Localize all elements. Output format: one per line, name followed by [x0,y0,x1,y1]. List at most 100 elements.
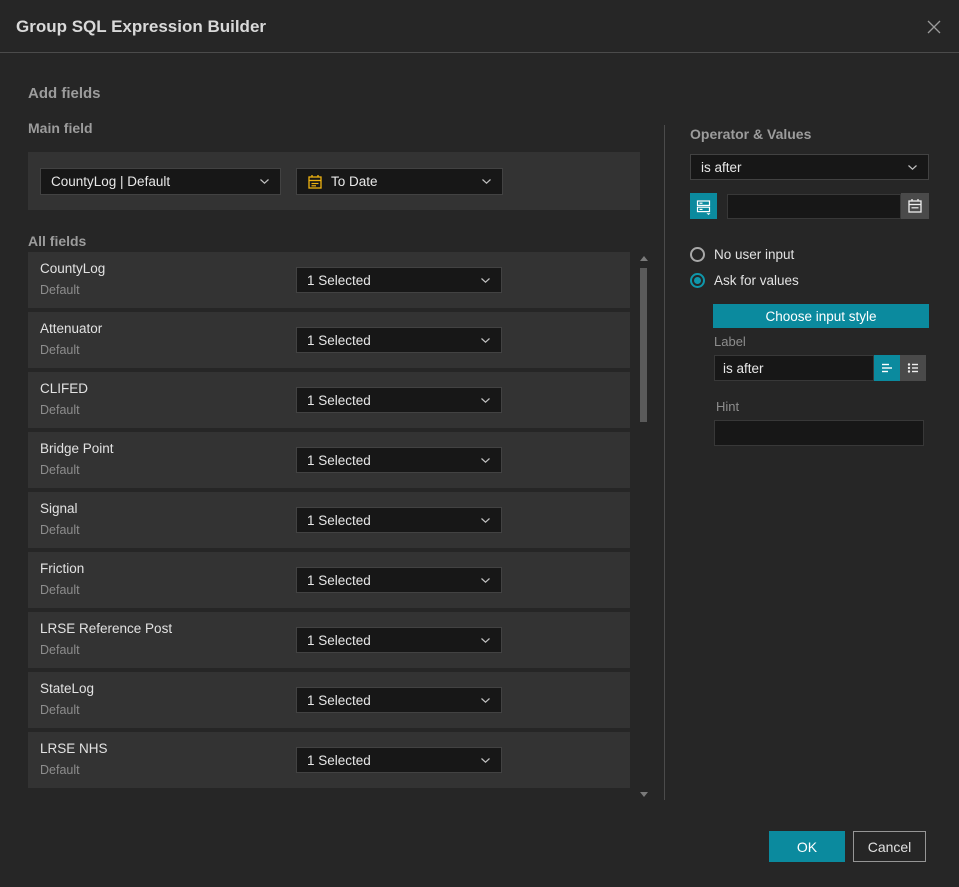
main-field-heading: Main field [28,120,93,136]
field-selection-select[interactable]: 1 Selected [296,327,502,353]
field-name: LRSE NHS [40,741,108,756]
field-subtitle: Default [40,583,80,597]
field-selection-select[interactable]: 1 Selected [296,627,502,653]
radio-no-user-input-label: No user input [714,246,795,262]
field-row: CountyLog Default 1 Selected [28,252,630,308]
main-field-date-select[interactable]: To Date [296,168,503,195]
chevron-down-icon [480,517,491,524]
field-selection-value: 1 Selected [307,512,371,528]
field-row: Attenuator Default 1 Selected [28,312,630,368]
field-selection-value: 1 Selected [307,392,371,408]
chevron-down-icon [480,757,491,764]
field-name: Friction [40,561,85,576]
calendar-icon [908,199,922,213]
all-fields-heading: All fields [28,233,87,249]
label-input[interactable] [714,355,874,381]
operator-select-value: is after [701,159,742,175]
field-name: Signal [40,501,78,516]
chevron-down-icon [480,337,491,344]
field-selection-value: 1 Selected [307,332,371,348]
field-name: Attenuator [40,321,103,336]
field-subtitle: Default [40,283,80,297]
field-subtitle: Default [40,643,80,657]
chevron-down-icon [481,178,492,185]
field-selection-select[interactable]: 1 Selected [296,687,502,713]
value-date-input[interactable] [727,194,901,219]
label-style-list-button[interactable] [900,355,926,381]
dialog-title: Group SQL Expression Builder [16,17,267,36]
field-name: CLIFED [40,381,89,396]
close-button[interactable] [923,16,945,38]
operator-select[interactable]: is after [690,154,929,180]
field-name: CountyLog [40,261,106,276]
field-row: LRSE Reference Post Default 1 Selected [28,612,630,668]
chevron-down-icon [480,397,491,404]
all-fields-list: CountyLog Default 1 Selected Attenuator … [28,252,630,800]
field-name: Bridge Point [40,441,114,456]
group-sql-expression-builder-dialog: Group SQL Expression Builder Add fields … [0,0,959,887]
field-selection-select[interactable]: 1 Selected [296,387,502,413]
scrollbar-up-arrow[interactable] [640,254,648,262]
close-icon [927,20,941,34]
field-selection-value: 1 Selected [307,632,371,648]
main-field-select[interactable]: CountyLog | Default [40,168,281,195]
chevron-down-icon [480,457,491,464]
field-name: StateLog [40,681,95,696]
field-row: Friction Default 1 Selected [28,552,630,608]
chevron-down-icon [480,637,491,644]
radio-circle-icon [690,246,705,262]
align-left-icon [882,363,892,373]
value-calendar-button[interactable] [901,193,929,219]
chevron-down-icon [259,178,270,185]
field-selection-select[interactable]: 1 Selected [296,507,502,533]
hint-input[interactable] [714,420,924,446]
field-name: LRSE Reference Post [40,621,173,636]
list-scrollbar [639,252,649,800]
field-selection-value: 1 Selected [307,752,371,768]
choose-input-style-button[interactable]: Choose input style [713,304,929,328]
chevron-down-icon [480,277,491,284]
radio-ask-for-values[interactable]: Ask for values [690,272,799,288]
chevron-down-icon [907,164,918,171]
field-selection-select[interactable]: 1 Selected [296,447,502,473]
field-subtitle: Default [40,763,80,777]
field-subtitle: Default [40,343,80,357]
label-caption: Label [714,334,746,349]
main-field-date-select-value: To Date [331,174,378,189]
chevron-down-icon [480,697,491,704]
label-style-text-button[interactable] [874,355,900,381]
dialog-titlebar: Group SQL Expression Builder [0,0,959,53]
field-selection-value: 1 Selected [307,272,371,288]
field-selection-value: 1 Selected [307,452,371,468]
cancel-button[interactable]: Cancel [853,831,926,862]
scrollbar-down-arrow[interactable] [640,790,648,798]
value-source-stack-icon [696,199,711,215]
radio-circle-checked-icon [690,272,705,288]
field-subtitle: Default [40,403,80,417]
chevron-down-icon [480,577,491,584]
field-row: CLIFED Default 1 Selected [28,372,630,428]
operator-values-heading: Operator & Values [690,126,812,142]
field-row: StateLog Default 1 Selected [28,672,630,728]
hint-caption: Hint [716,399,740,414]
field-subtitle: Default [40,703,80,717]
add-fields-heading: Add fields [28,85,101,102]
field-subtitle: Default [40,523,80,537]
field-selection-value: 1 Selected [307,692,371,708]
field-row: LRSE NHS Default 1 Selected [28,732,630,788]
radio-no-user-input[interactable]: No user input [690,246,794,262]
field-subtitle: Default [40,463,80,477]
main-field-panel: CountyLog | Default To Date [28,152,640,210]
field-row: Signal Default 1 Selected [28,492,630,548]
field-selection-select[interactable]: 1 Selected [296,267,502,293]
calendar-icon [308,174,322,189]
main-field-select-value: CountyLog | Default [51,174,171,189]
bullet-list-icon [907,363,918,373]
scrollbar-thumb[interactable] [640,268,647,422]
field-selection-select[interactable]: 1 Selected [296,567,502,593]
field-row: Bridge Point Default 1 Selected [28,432,630,488]
ok-button[interactable]: OK [769,831,845,862]
value-source-button[interactable] [690,193,717,219]
field-selection-value: 1 Selected [307,572,371,588]
field-selection-select[interactable]: 1 Selected [296,747,502,773]
